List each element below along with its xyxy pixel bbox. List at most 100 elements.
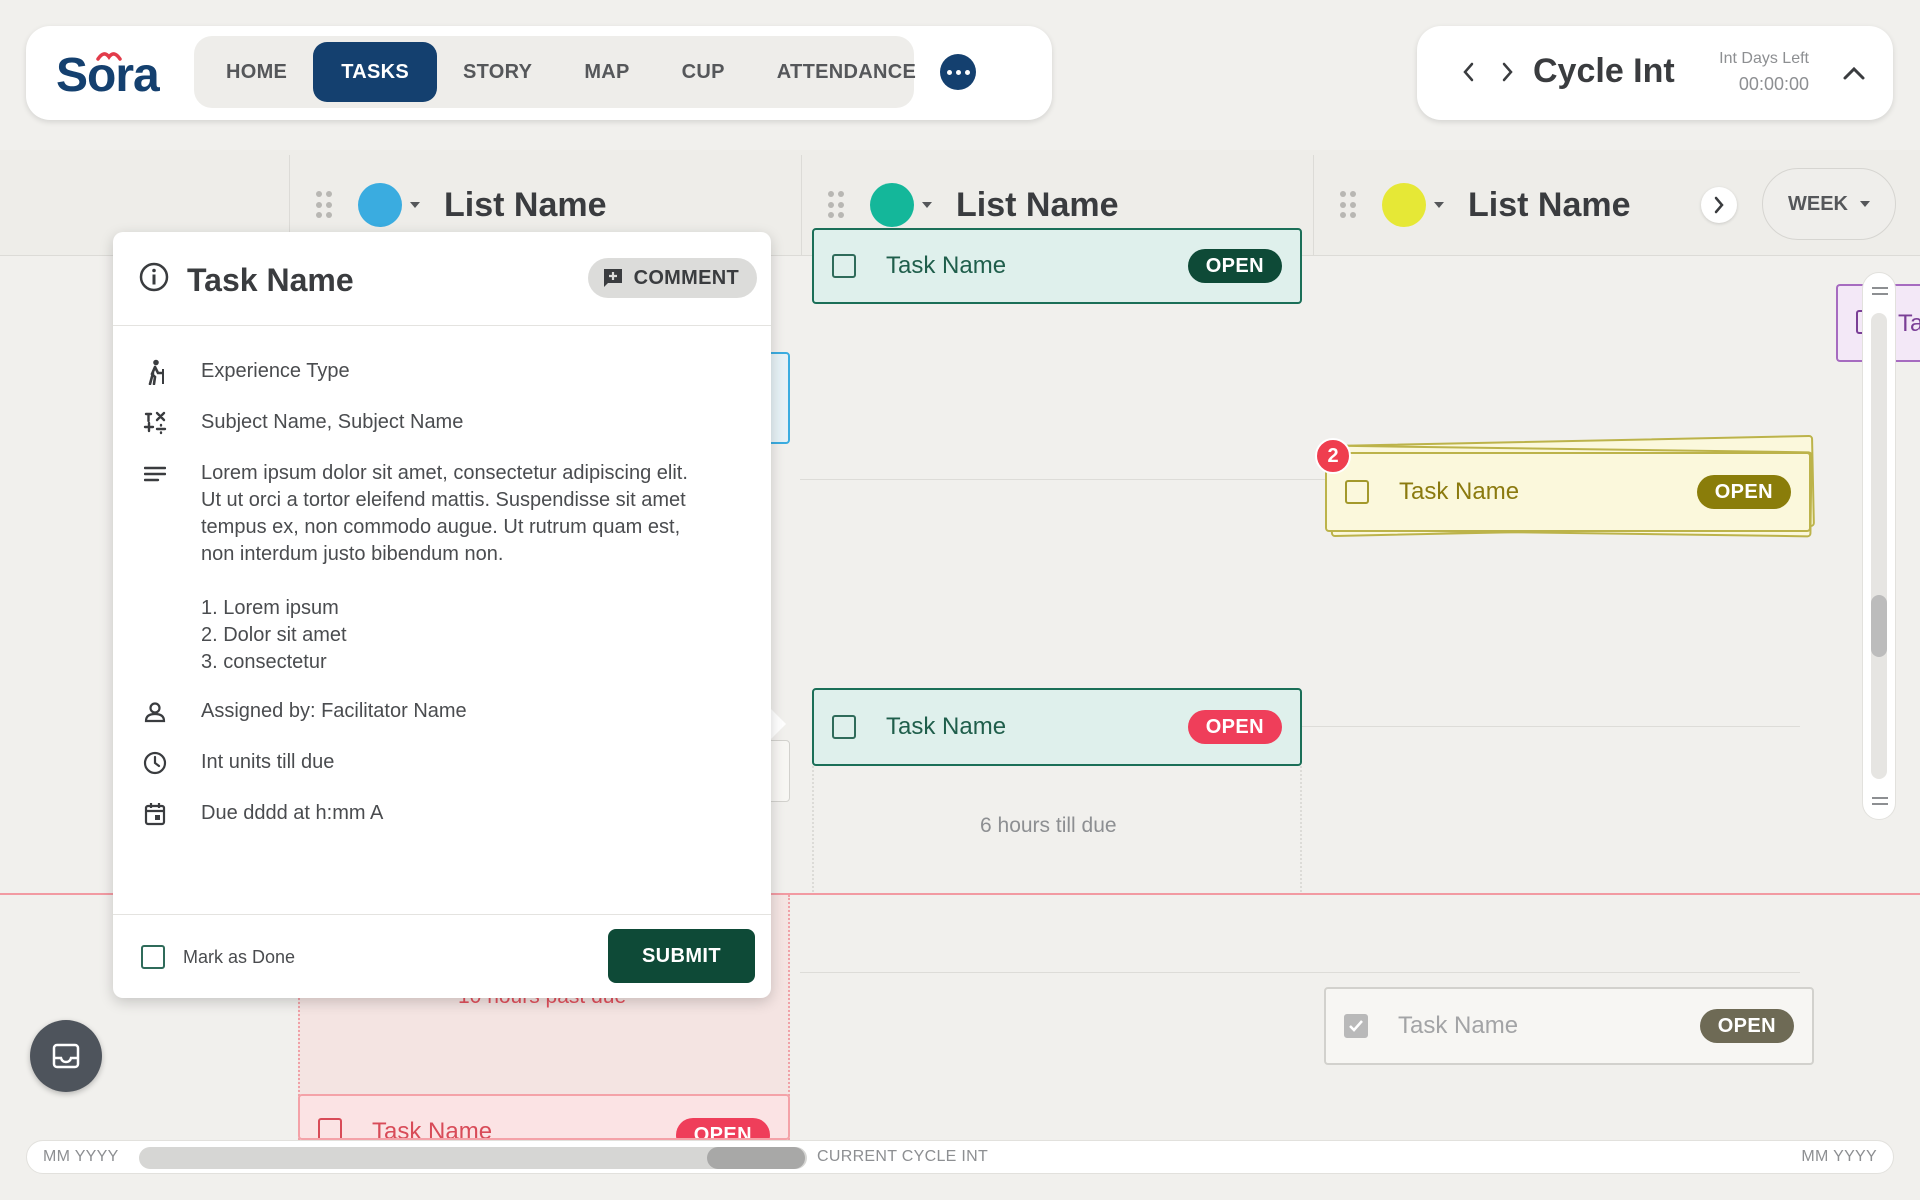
task-checkbox[interactable]	[832, 715, 856, 739]
ellipsis-icon	[946, 69, 952, 75]
list-name[interactable]: List Name	[1468, 186, 1631, 225]
timeline-current-label: CURRENT CYCLE INT	[817, 1148, 989, 1165]
calendar-icon	[144, 803, 166, 826]
mark-done-checkbox[interactable]	[141, 945, 165, 969]
chevron-right-icon	[1714, 196, 1724, 214]
tab-cup[interactable]: CUP	[656, 42, 751, 102]
days-left-value: 00:00:00	[1738, 74, 1809, 94]
caret-down-icon[interactable]	[922, 202, 932, 208]
subjects: Subject Name, Subject Name	[201, 411, 464, 433]
task-name: Task Name	[1399, 478, 1520, 505]
hiking-icon	[148, 359, 164, 385]
task-checkbox[interactable]	[1345, 480, 1369, 504]
scroll-bottom-handle-icon[interactable]	[1872, 797, 1888, 805]
drag-handle-icon[interactable]	[828, 191, 844, 219]
caret-down-icon[interactable]	[410, 202, 420, 208]
inbox-button[interactable]	[30, 1020, 102, 1092]
drag-handle-icon[interactable]	[316, 191, 332, 219]
checkmark-icon	[1349, 1020, 1363, 1032]
subjects-row: Subject Name, Subject Name	[141, 409, 463, 437]
row-divider	[1300, 726, 1800, 727]
task-detail-popover: Task Name COMMENT Experience Type Subjec…	[113, 232, 771, 998]
due-window-edge	[1300, 762, 1302, 892]
cycle-timeline: MM YYYY CURRENT CYCLE INT MM YYYY	[26, 1140, 1894, 1174]
scroll-top-handle-icon[interactable]	[1872, 287, 1888, 295]
task-checkbox[interactable]	[832, 254, 856, 278]
tab-home[interactable]: HOME	[200, 42, 313, 102]
list-color-picker[interactable]	[870, 183, 914, 227]
next-lists-button[interactable]	[1701, 187, 1737, 223]
row-divider	[800, 972, 1800, 973]
units-till-due: Int units till due	[201, 751, 335, 773]
tab-attendance[interactable]: ATTENDANCE	[751, 42, 942, 102]
view-select[interactable]: WEEK	[1762, 168, 1896, 240]
status-badge: OPEN	[1187, 710, 1282, 744]
view-select-value: WEEK	[1788, 192, 1848, 215]
next-cycle-button[interactable]	[1493, 56, 1523, 88]
due-date-row: Due dddd at h:mm A	[141, 800, 383, 828]
popover-footer: Mark as Done SUBMIT	[113, 914, 771, 998]
tab-tasks[interactable]: TASKS	[313, 42, 438, 102]
due-note: 6 hours till due	[980, 814, 1117, 837]
comment-label: COMMENT	[633, 266, 739, 289]
info-icon	[139, 262, 169, 292]
add-comment-icon	[603, 269, 622, 287]
timeline-thumb[interactable]	[707, 1147, 805, 1169]
more-menu-button[interactable]	[940, 54, 976, 90]
list-color-picker[interactable]	[1382, 183, 1426, 227]
task-name: Task Name	[886, 713, 1007, 740]
task-card-teal-top[interactable]: Task Name OPEN	[812, 228, 1302, 304]
task-description: Lorem ipsum dolor sit amet, consectetur …	[201, 462, 688, 673]
prev-cycle-button[interactable]	[1453, 56, 1483, 88]
task-name: Task Name	[372, 1118, 493, 1140]
list-name[interactable]: List Name	[956, 186, 1119, 225]
timeline-start-label: MM YYYY	[43, 1148, 119, 1165]
drag-handle-icon[interactable]	[1340, 191, 1356, 219]
mark-done-label[interactable]: Mark as Done	[183, 947, 295, 968]
chevron-left-icon	[1463, 62, 1474, 82]
collapse-button[interactable]	[1837, 56, 1871, 90]
caret-down-icon[interactable]	[1434, 202, 1444, 208]
sora-logo[interactable]: Sora	[56, 44, 196, 104]
list-color-picker[interactable]	[358, 183, 402, 227]
column-divider	[1313, 155, 1314, 255]
list-header-1: List Name	[316, 180, 607, 230]
list-header-2: List Name	[828, 180, 1119, 230]
task-checkbox[interactable]	[318, 1118, 342, 1138]
task-checkbox-checked[interactable]	[1344, 1014, 1368, 1038]
task-card-yellow-stack[interactable]: Task Name OPEN	[1325, 452, 1811, 532]
inbox-icon	[52, 1043, 80, 1069]
scroll-track[interactable]	[1871, 313, 1887, 779]
chevron-up-icon	[1843, 66, 1865, 80]
status-badge: OPEN	[1699, 1009, 1794, 1043]
list-name[interactable]: List Name	[444, 186, 607, 225]
due-date: Due dddd at h:mm A	[201, 802, 384, 824]
ellipsis-icon	[955, 69, 961, 75]
assigned-by-row: Assigned by: Facilitator Name	[141, 698, 467, 726]
status-badge: OPEN	[1696, 475, 1791, 509]
submit-button[interactable]: SUBMIT	[607, 929, 755, 983]
timeline-end-label: MM YYYY	[1801, 1148, 1877, 1165]
task-card-pink-bottom[interactable]: Task Name OPEN	[298, 1094, 790, 1140]
comment-button[interactable]: COMMENT	[587, 258, 757, 298]
logo-text: Sora	[56, 49, 160, 102]
due-window-edge	[812, 762, 814, 892]
task-card-teal-mid[interactable]: Task Name OPEN	[812, 688, 1302, 766]
tab-map[interactable]: MAP	[558, 42, 655, 102]
experience-type-row: Experience Type	[141, 358, 350, 386]
assigned-by: Assigned by: Facilitator Name	[201, 700, 467, 722]
cycle-panel: Cycle Int Int Days Left 00:00:00	[1417, 26, 1893, 120]
vertical-scrollbar[interactable]	[1862, 272, 1896, 820]
cycle-title: Cycle Int	[1533, 52, 1675, 90]
tab-story[interactable]: STORY	[437, 42, 558, 102]
chevron-right-icon	[1502, 62, 1513, 82]
main-nav: Sora HOME TASKS STORY MAP CUP ATTENDANCE	[26, 26, 1052, 120]
days-left-label: Int Days Left	[1719, 50, 1809, 67]
stack-count-badge: 2	[1315, 438, 1351, 474]
nav-tabs: HOME TASKS STORY MAP CUP ATTENDANCE	[194, 36, 916, 108]
list-header-3: List Name	[1340, 180, 1631, 230]
scroll-thumb[interactable]	[1871, 595, 1887, 657]
clock-icon	[143, 751, 167, 775]
task-card-grey-done[interactable]: Task Name OPEN	[1324, 987, 1814, 1065]
caret-down-icon	[1860, 201, 1870, 207]
